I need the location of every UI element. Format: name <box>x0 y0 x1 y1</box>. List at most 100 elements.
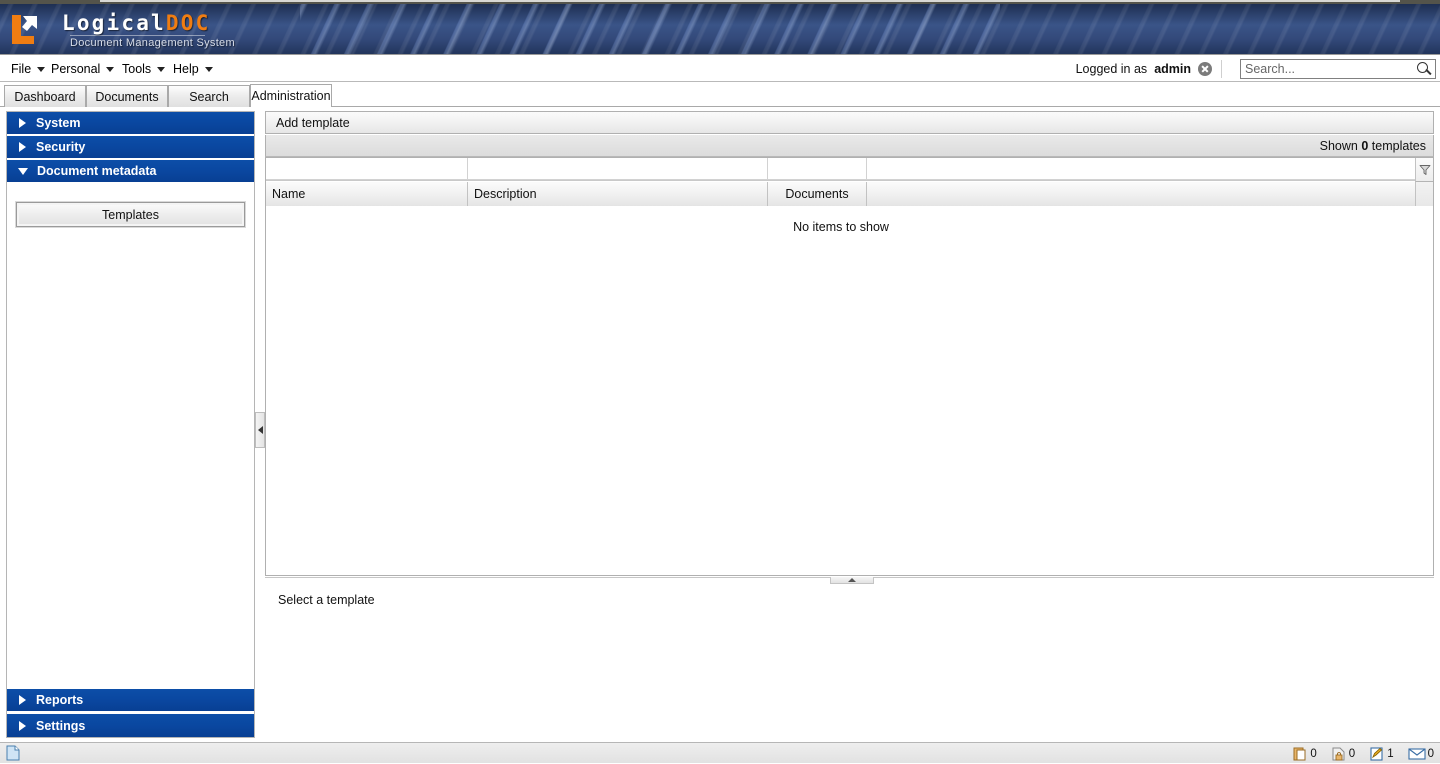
column-header-filler <box>867 182 1416 206</box>
sidebar-section-reports[interactable]: Reports <box>7 689 254 712</box>
triangle-up-icon <box>848 578 856 582</box>
chevron-down-icon <box>106 66 115 72</box>
sidebar-section-document-metadata-label: Document metadata <box>37 164 157 178</box>
menubar-divider <box>1221 60 1222 78</box>
window-top-strip-inner <box>100 0 1400 2</box>
menu-item-file-label: File <box>11 62 32 76</box>
menu-item-personal[interactable]: Personal <box>44 56 121 82</box>
logicaldoc-logo-icon <box>12 15 37 44</box>
sidebar-item-templates-label: Templates <box>102 207 159 222</box>
shown-prefix: Shown <box>1319 138 1358 153</box>
tab-dashboard[interactable]: Dashboard <box>4 85 86 107</box>
shown-templates-count: Shown 0 templates <box>1320 139 1433 153</box>
tab-search-label: Search <box>189 89 229 104</box>
logo-subtitle: Document Management System <box>70 37 235 49</box>
clipboard-icon <box>1293 747 1306 760</box>
column-header-name-label: Name <box>272 187 306 201</box>
template-detail-pane: Select a template <box>265 584 1434 738</box>
column-header-name[interactable]: Name <box>266 182 468 206</box>
main-panel: Add template Shown 0 templates Name Desc… <box>265 111 1434 738</box>
add-template-label: Add template <box>276 115 350 130</box>
add-template-button[interactable]: Add template <box>266 112 360 133</box>
sidebar-section-security[interactable]: Security <box>7 136 254 159</box>
status-checkout-count: 1 <box>1387 747 1394 760</box>
triangle-right-icon <box>19 720 26 731</box>
sidebar-collapse-handle[interactable] <box>255 412 265 448</box>
triangle-right-icon <box>19 142 26 152</box>
column-header-documents-label: Documents <box>785 187 849 201</box>
chevron-down-icon <box>204 66 213 72</box>
logo-accent: DOC <box>165 11 211 35</box>
status-clipboard-count: 0 <box>1310 747 1317 760</box>
sidebar-section-settings[interactable]: Settings <box>7 714 254 737</box>
status-messages[interactable]: 0 <box>1408 747 1434 761</box>
login-prefix: Logged in as <box>1075 62 1148 76</box>
locked-document-icon <box>1332 747 1345 760</box>
banner-shine-decoration <box>300 4 1000 54</box>
app-banner: LogicalDOC Document Management System <box>0 4 1440 55</box>
menu-bar: File Personal Tools Help Logged in as ad… <box>0 56 1440 82</box>
document-icon[interactable] <box>4 744 22 762</box>
triangle-right-icon <box>19 118 26 128</box>
tab-administration[interactable]: Administration <box>250 84 332 107</box>
logo-primary: Logical <box>62 11 166 35</box>
sidebar-section-system[interactable]: System <box>7 112 254 135</box>
triangle-right-icon <box>19 695 26 705</box>
search-input[interactable] <box>1241 60 1413 78</box>
funnel-icon <box>1419 164 1430 175</box>
detail-placeholder-text: Select a template <box>278 593 375 607</box>
tab-bar: Dashboard Documents Search Administratio… <box>0 83 1440 107</box>
shown-count-value: 0 <box>1361 138 1369 153</box>
sidebar-section-reports-label: Reports <box>36 693 84 707</box>
sidebar-section-settings-label: Settings <box>36 718 86 733</box>
triangle-left-icon <box>257 426 263 434</box>
status-counters: 0 0 1 0 <box>1292 743 1434 764</box>
tab-dashboard-label: Dashboard <box>14 89 76 104</box>
filter-cell-filler <box>867 158 1416 180</box>
grid-vertical-scrollbar[interactable] <box>1415 182 1433 206</box>
logo-rule <box>70 35 205 36</box>
templates-toolbar: Add template <box>265 111 1434 134</box>
grid-empty-message: No items to show <box>793 220 889 234</box>
close-circle-icon[interactable] <box>1198 62 1212 76</box>
detail-collapse-handle[interactable] <box>830 577 874 584</box>
sidebar-section-security-label: Security <box>36 140 86 154</box>
filter-cell-description[interactable] <box>468 158 768 180</box>
grid-header-row: Name Description Documents <box>266 182 1416 206</box>
sidebar-section-body <box>7 184 254 701</box>
status-locked[interactable]: 0 <box>1331 746 1355 762</box>
triangle-down-icon <box>18 167 28 175</box>
filter-cell-name[interactable] <box>266 158 468 180</box>
detail-splitter <box>265 577 1434 584</box>
menu-item-help[interactable]: Help <box>166 56 220 82</box>
menu-item-tools-label: Tools <box>122 62 152 76</box>
checkout-pencil-icon <box>1370 746 1383 761</box>
tab-administration-label: Administration <box>251 89 331 103</box>
column-header-description[interactable]: Description <box>468 182 768 206</box>
status-locked-count: 0 <box>1348 747 1356 760</box>
shown-suffix: templates <box>1371 138 1426 153</box>
menu-item-tools[interactable]: Tools <box>115 56 172 82</box>
tab-documents[interactable]: Documents <box>86 85 168 107</box>
tab-search[interactable]: Search <box>168 85 250 107</box>
logo-wordmark: LogicalDOC <box>62 11 210 35</box>
envelope-icon <box>1408 747 1426 760</box>
sidebar-section-document-metadata[interactable]: Document metadata <box>7 160 254 183</box>
sidebar-section-system-label: System <box>36 116 81 130</box>
sidebar-item-templates[interactable]: Templates <box>16 202 245 227</box>
grid-filter-menu-button[interactable] <box>1415 158 1433 182</box>
menu-item-personal-label: Personal <box>51 62 101 76</box>
column-header-documents[interactable]: Documents <box>768 182 867 206</box>
status-bar: 0 0 1 0 <box>0 742 1440 763</box>
search-box[interactable] <box>1240 59 1436 79</box>
filter-cell-documents[interactable] <box>768 158 867 180</box>
column-header-description-label: Description <box>474 187 537 201</box>
login-username: admin <box>1154 62 1191 76</box>
chevron-down-icon <box>157 66 166 72</box>
status-clipboard[interactable]: 0 <box>1292 746 1317 762</box>
search-icon[interactable] <box>1413 60 1435 78</box>
grid-filter-row <box>266 158 1416 181</box>
status-checkout[interactable]: 1 <box>1369 746 1394 762</box>
tab-documents-label: Documents <box>95 89 159 104</box>
login-info: Logged in as admin <box>1076 56 1212 82</box>
